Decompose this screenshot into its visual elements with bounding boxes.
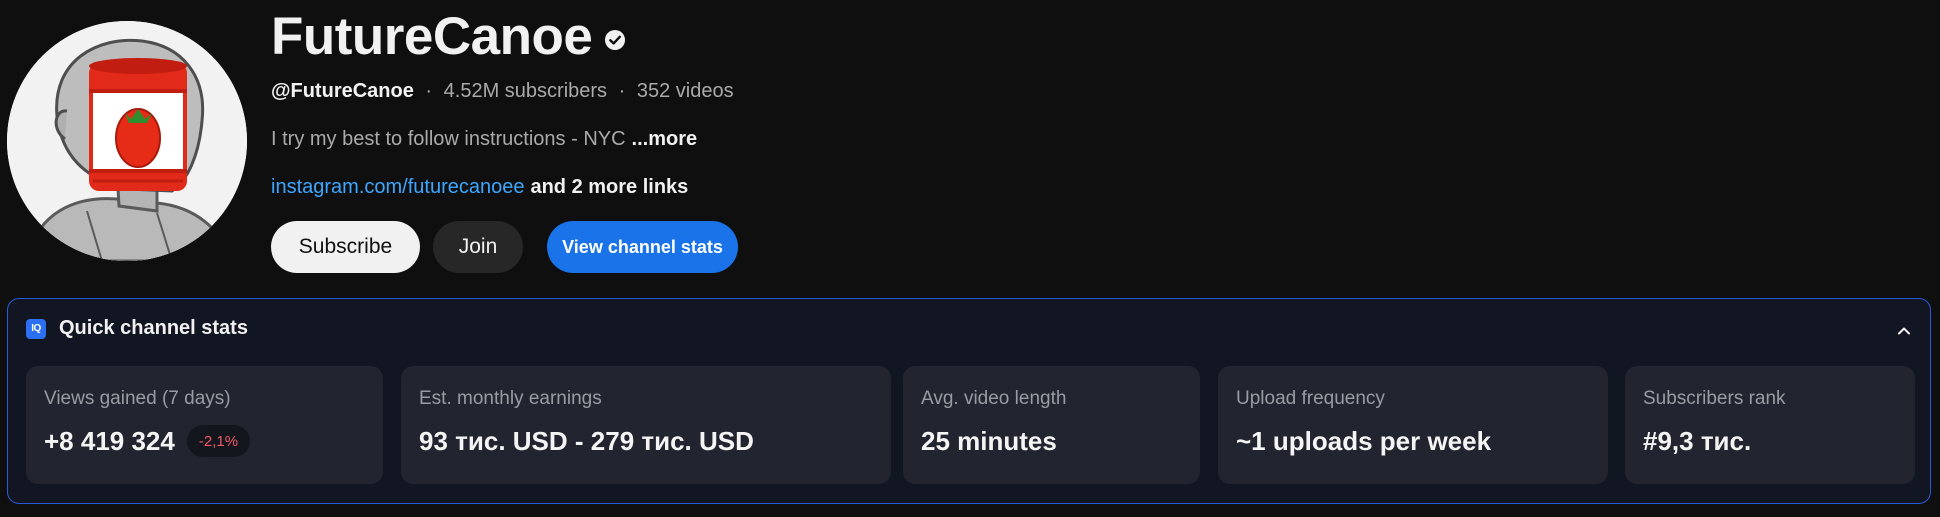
stat-value-row: 93 тис. USD - 279 тис. USD bbox=[419, 425, 873, 457]
verified-check-icon bbox=[604, 29, 626, 51]
subscriber-count: 4.52M subscribers bbox=[443, 80, 608, 102]
instagram-link[interactable]: instagram.com/futurecanoee bbox=[271, 176, 524, 198]
stat-value-row: #9,3 тис. bbox=[1643, 425, 1897, 457]
description-text: I try my best to follow instructions - N… bbox=[271, 128, 626, 150]
stat-card-upload-frequency: Upload frequency ~1 uploads per week bbox=[1218, 366, 1608, 484]
stat-value: ~1 uploads per week bbox=[1236, 426, 1492, 456]
stat-label: Est. monthly earnings bbox=[419, 388, 602, 409]
channel-description[interactable]: I try my best to follow instructions - N… bbox=[271, 126, 697, 152]
panel-title: Quick channel stats bbox=[59, 317, 248, 339]
stat-card-subscribers-rank: Subscribers rank #9,3 тис. bbox=[1625, 366, 1915, 484]
stat-value: #9,3 тис. bbox=[1643, 426, 1752, 456]
stat-value-row: ~1 uploads per week bbox=[1236, 425, 1590, 457]
stat-value: 93 тис. USD - 279 тис. USD bbox=[419, 426, 754, 456]
stat-value: 25 minutes bbox=[921, 426, 1057, 456]
iq-logo-icon: IQ bbox=[26, 318, 46, 339]
stat-card-monthly-earnings: Est. monthly earnings 93 тис. USD - 279 … bbox=[401, 366, 891, 484]
channel-handle: @FutureCanoe bbox=[271, 80, 414, 102]
channel-avatar[interactable] bbox=[7, 21, 247, 261]
stat-value-row: +8 419 324 -2,1% bbox=[44, 425, 365, 457]
stat-card-views-gained: Views gained (7 days) +8 419 324 -2,1% bbox=[26, 366, 383, 484]
more-links-button[interactable]: and 2 more links bbox=[530, 176, 688, 198]
channel-meta: @FutureCanoe · 4.52M subscribers · 352 v… bbox=[271, 78, 734, 104]
stat-card-avg-video-length: Avg. video length 25 minutes bbox=[903, 366, 1200, 484]
change-badge: -2,1% bbox=[186, 425, 251, 457]
chevron-up-icon[interactable] bbox=[1892, 319, 1916, 343]
stat-label: Avg. video length bbox=[921, 388, 1067, 409]
stat-label: Upload frequency bbox=[1236, 388, 1385, 409]
meta-separator: · bbox=[425, 80, 433, 102]
channel-page: FutureCanoe @FutureCanoe · 4.52M subscri… bbox=[0, 0, 1940, 517]
join-button[interactable]: Join bbox=[433, 221, 523, 273]
stat-value-row: 25 minutes bbox=[921, 425, 1182, 457]
stat-value: +8 419 324 bbox=[44, 426, 175, 456]
quick-channel-stats-panel: IQ Quick channel stats Views gained (7 d… bbox=[7, 298, 1931, 504]
subscribe-button[interactable]: Subscribe bbox=[271, 221, 420, 273]
channel-actions: Subscribe Join View channel stats bbox=[271, 221, 738, 273]
channel-title-row: FutureCanoe bbox=[271, 4, 626, 70]
panel-header[interactable]: IQ Quick channel stats bbox=[26, 317, 248, 340]
channel-name: FutureCanoe bbox=[271, 7, 593, 66]
channel-links: instagram.com/futurecanoee and 2 more lin… bbox=[271, 174, 688, 200]
view-channel-stats-button[interactable]: View channel stats bbox=[547, 221, 738, 273]
meta-separator: · bbox=[618, 80, 626, 102]
description-more-link[interactable]: ...more bbox=[632, 128, 698, 150]
stat-label: Subscribers rank bbox=[1643, 388, 1786, 409]
video-count: 352 videos bbox=[636, 80, 734, 102]
stat-label: Views gained (7 days) bbox=[44, 388, 231, 409]
